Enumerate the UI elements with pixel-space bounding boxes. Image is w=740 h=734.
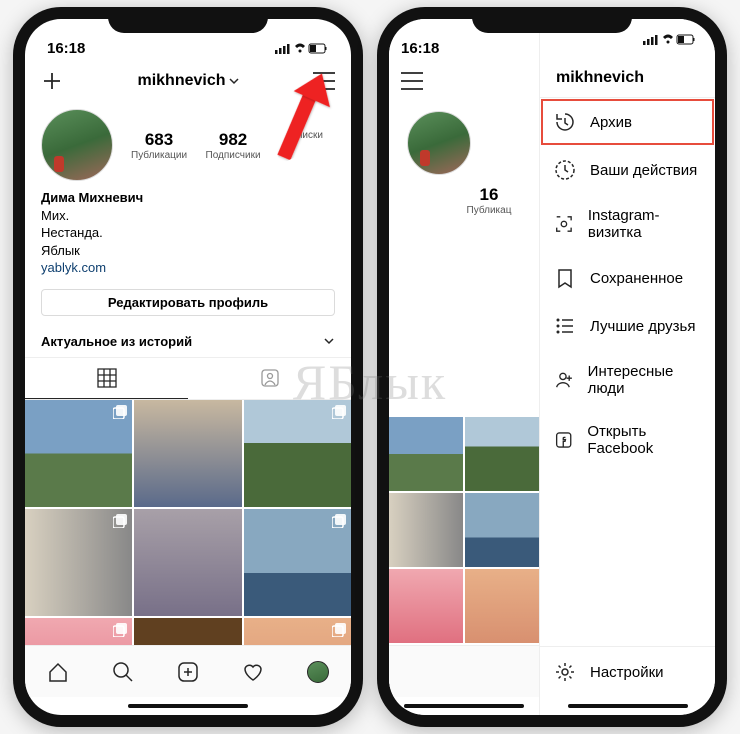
phone-left: 16:18 mikhnevich 683 Публикации — [13, 7, 363, 727]
multi-photo-icon — [113, 623, 127, 637]
stat-followers[interactable]: 982 Подписчики — [205, 130, 261, 161]
bio-line: Нестанда. — [41, 224, 335, 242]
posts-grid — [25, 400, 351, 645]
edit-profile-button[interactable]: Редактировать профиль — [41, 289, 335, 316]
history-icon — [554, 111, 576, 133]
menu-item-facebook[interactable]: Открыть Facebook — [540, 410, 715, 470]
hamburger-icon[interactable] — [401, 72, 423, 90]
heart-icon[interactable] — [242, 661, 264, 683]
settings-label: Настройки — [590, 664, 664, 681]
chevron-down-icon — [323, 335, 335, 347]
post-thumbnail[interactable] — [25, 400, 132, 507]
chevron-down-icon — [229, 76, 239, 86]
avatar[interactable] — [41, 109, 113, 181]
menu-item-nametag[interactable]: Instagram-визитка — [540, 194, 715, 254]
side-drawer: mikhnevich Архив Ваши действия Instagram… — [539, 19, 715, 715]
post-thumbnail[interactable] — [25, 509, 132, 616]
bookmark-icon — [554, 267, 576, 289]
grid-icon — [97, 368, 117, 388]
activity-icon — [554, 159, 576, 181]
profile-tab-avatar[interactable] — [307, 661, 329, 683]
status-time: 16:18 — [47, 40, 85, 57]
status-time: 16:18 — [401, 40, 439, 57]
menu-item-saved[interactable]: Сохраненное — [540, 254, 715, 302]
post-thumbnail[interactable] — [134, 509, 241, 616]
menu-item-close-friends[interactable]: Лучшие друзья — [540, 302, 715, 350]
display-name: Дима Михневич — [41, 189, 335, 207]
notch — [472, 7, 632, 33]
post-thumbnail[interactable] — [25, 618, 132, 645]
post-thumbnail[interactable] — [244, 400, 351, 507]
stat-posts[interactable]: 683 Публикации — [131, 130, 187, 161]
home-icon[interactable] — [47, 661, 69, 683]
status-indicators — [643, 33, 697, 51]
notch — [108, 7, 268, 33]
username-label: mikhnevich — [137, 72, 225, 90]
menu-label: Сохраненное — [590, 270, 683, 287]
bio-line: Мих. — [41, 207, 335, 225]
discover-people-icon — [554, 369, 574, 391]
highlights-label: Актуальное из историй — [41, 334, 192, 349]
tagged-icon — [260, 368, 280, 388]
nametag-icon — [554, 213, 574, 235]
highlights-row[interactable]: Актуальное из историй — [25, 326, 351, 358]
menu-item-settings[interactable]: Настройки — [540, 646, 715, 697]
bottom-nav — [25, 645, 351, 697]
multi-photo-icon — [332, 514, 346, 528]
new-post-icon[interactable] — [177, 661, 199, 683]
multi-photo-icon — [113, 514, 127, 528]
phone-right: 16:18 16 Публикац — [377, 7, 727, 727]
username-dropdown[interactable]: mikhnevich — [137, 72, 238, 90]
list-icon — [554, 315, 576, 337]
post-thumbnail — [465, 417, 539, 491]
menu-item-activity[interactable]: Ваши действия — [540, 146, 715, 194]
profile-underlay: 16:18 16 Публикац — [389, 19, 539, 715]
menu-label: Открыть Facebook — [587, 423, 701, 457]
post-thumbnail — [389, 417, 463, 491]
menu-label: Ваши действия — [590, 162, 697, 179]
followers-count: 982 — [205, 130, 261, 150]
post-thumbnail — [465, 493, 539, 567]
posts-label: Публикации — [131, 150, 187, 161]
search-icon[interactable] — [112, 661, 134, 683]
bio-link[interactable]: yablyk.com — [41, 259, 335, 277]
post-thumbnail — [389, 569, 463, 643]
menu-label: Интересные люди — [588, 363, 701, 397]
post-thumbnail[interactable] — [244, 618, 351, 645]
menu-label: Instagram-визитка — [588, 207, 701, 241]
followers-label: Подписчики — [205, 150, 261, 161]
add-button[interactable] — [39, 68, 65, 94]
menu-label: Лучшие друзья — [590, 318, 696, 335]
multi-photo-icon — [332, 623, 346, 637]
bio-line: Яблык — [41, 242, 335, 260]
menu-item-archive[interactable]: Архив — [540, 98, 715, 146]
post-thumbnail[interactable] — [134, 400, 241, 507]
posts-count: 683 — [131, 130, 187, 150]
status-indicators — [275, 40, 329, 57]
home-indicator — [25, 697, 351, 715]
post-thumbnail[interactable] — [244, 509, 351, 616]
post-thumbnail — [465, 569, 539, 643]
menu-label: Архив — [590, 114, 632, 131]
multi-photo-icon — [332, 405, 346, 419]
menu-item-discover[interactable]: Интересные люди — [540, 350, 715, 410]
post-thumbnail[interactable] — [134, 618, 241, 645]
facebook-icon — [554, 429, 573, 451]
bio-section: Дима Михневич Мих. Нестанда. Яблык yably… — [25, 185, 351, 285]
tab-tagged[interactable] — [188, 358, 351, 399]
underlay-posts-label: Публикац — [439, 205, 539, 216]
plus-icon — [41, 70, 63, 92]
avatar — [407, 111, 471, 175]
multi-photo-icon — [113, 405, 127, 419]
gear-icon — [554, 661, 576, 683]
post-thumbnail — [389, 493, 463, 567]
tab-grid[interactable] — [25, 358, 188, 399]
underlay-posts-count: 16 — [439, 185, 539, 205]
